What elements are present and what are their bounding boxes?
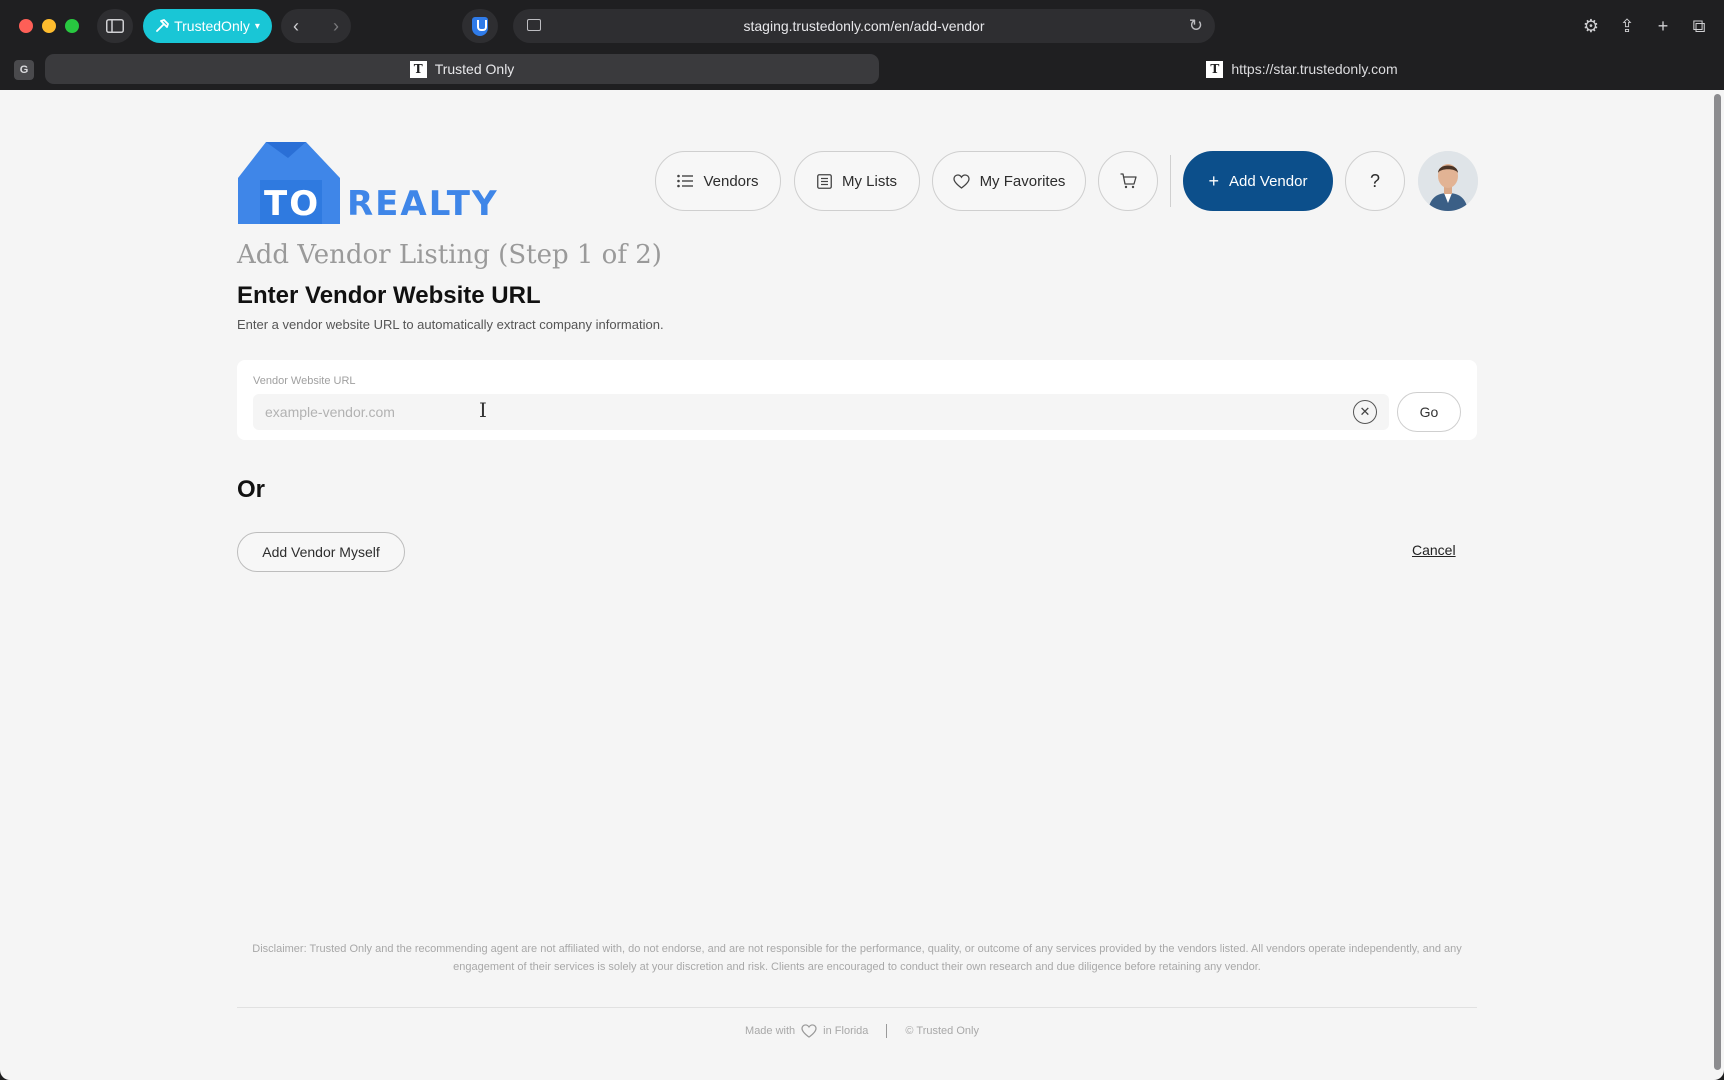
trusted-only-favicon-icon: T: [1206, 60, 1224, 78]
page-settings-icon[interactable]: [527, 19, 541, 31]
new-tab-plus-icon[interactable]: +: [1652, 16, 1674, 37]
footer: Made with in Florida © Trusted Only: [0, 1024, 1724, 1038]
user-avatar[interactable]: [1418, 151, 1478, 211]
cancel-link[interactable]: Cancel: [1412, 542, 1456, 558]
user-photo-icon: [1418, 151, 1478, 211]
made-with-text: Made with: [745, 1025, 796, 1037]
shopping-cart-icon: [1120, 173, 1137, 189]
heart-icon: [801, 1024, 817, 1038]
heart-icon: [952, 173, 970, 189]
help-button[interactable]: ?: [1345, 151, 1405, 211]
nav-my-favorites-button[interactable]: My Favorites: [932, 151, 1086, 211]
tab-group-badge[interactable]: G: [14, 60, 34, 80]
logo-to-text: TO: [264, 184, 321, 224]
add-vendor-myself-button[interactable]: Add Vendor Myself: [237, 532, 405, 572]
history-nav: ‹ ›: [281, 9, 351, 43]
footer-divider: [237, 1007, 1477, 1008]
document-list-icon: [817, 173, 832, 189]
forward-arrow-icon[interactable]: ›: [333, 17, 339, 35]
hammer-icon: [156, 19, 170, 32]
section-description: Enter a vendor website URL to automatica…: [237, 317, 664, 332]
share-icon[interactable]: ⇪: [1616, 16, 1638, 37]
settings-gear-icon[interactable]: ⚙: [1580, 16, 1602, 37]
nav-vendors-label: Vendors: [703, 172, 759, 190]
page-scrollbar[interactable]: [1714, 94, 1721, 1070]
vendor-url-input[interactable]: [253, 394, 1389, 430]
back-arrow-icon[interactable]: ‹: [293, 17, 299, 35]
sidebar-toggle-button[interactable]: [97, 9, 133, 43]
close-window-button[interactable]: [19, 19, 33, 33]
step-title: Add Vendor Listing (Step 1 of 2): [237, 240, 662, 270]
tab-star-trusted-only[interactable]: T https://star.trustedonly.com: [880, 54, 1724, 84]
reload-icon[interactable]: ↻: [1189, 16, 1203, 36]
vendor-url-card: Vendor Website URL ✕ Go: [237, 360, 1477, 440]
tab-trusted-only[interactable]: T Trusted Only: [45, 54, 879, 84]
question-mark-icon: ?: [1369, 170, 1380, 191]
tab-label: https://star.trustedonly.com: [1231, 61, 1398, 77]
disclaimer-text: Disclaimer: Trusted Only and the recomme…: [252, 943, 1462, 973]
clear-input-button[interactable]: ✕: [1353, 400, 1377, 424]
list-icon: [677, 174, 694, 188]
tab-label: Trusted Only: [434, 61, 515, 77]
nav-divider: [1170, 155, 1171, 207]
nav-my-favorites-label: My Favorites: [979, 172, 1066, 190]
shield-icon: [472, 16, 488, 36]
browser-toolbar: ⚙ ⇪ + ⧉: [1580, 9, 1710, 43]
go-button[interactable]: Go: [1397, 392, 1461, 432]
text-cursor-icon: I: [479, 398, 487, 422]
minimize-window-button[interactable]: [42, 19, 56, 33]
chevron-down-icon: ▾: [254, 20, 260, 32]
add-vendor-label: Add Vendor: [1229, 172, 1308, 190]
vendor-url-label: Vendor Website URL: [253, 375, 356, 387]
copyright-text: © Trusted Only: [905, 1025, 979, 1037]
tab-bar: G T Trusted Only T https://star.trustedo…: [0, 52, 1724, 90]
logo-realty-text: REALTY: [347, 184, 499, 224]
address-bar[interactable]: staging.trustedonly.com/en/add-vendor ↻: [513, 9, 1215, 43]
password-manager-button[interactable]: [462, 9, 498, 43]
add-vendor-button[interactable]: + Add Vendor: [1183, 151, 1333, 211]
section-title: Enter Vendor Website URL: [237, 282, 541, 309]
or-separator: Or: [237, 476, 266, 503]
footer-separator: [886, 1024, 888, 1038]
cart-button[interactable]: [1098, 151, 1158, 211]
tab-overview-icon[interactable]: ⧉: [1688, 16, 1710, 37]
close-x-icon: ✕: [1359, 404, 1371, 419]
trusted-only-favicon-icon: T: [409, 60, 427, 78]
address-url: staging.trustedonly.com/en/add-vendor: [743, 18, 985, 34]
plus-icon: +: [1208, 170, 1220, 191]
nav-vendors-button[interactable]: Vendors: [655, 151, 781, 211]
browser-chrome: TrustedOnly ▾ ‹ › staging.trustedonly.co…: [0, 0, 1724, 90]
nav-my-lists-button[interactable]: My Lists: [794, 151, 920, 211]
zoom-window-button[interactable]: [65, 19, 79, 33]
sidebar-icon: [106, 19, 124, 33]
profile-label: TrustedOnly: [174, 18, 250, 34]
nav-my-lists-label: My Lists: [841, 172, 897, 190]
profile-switcher[interactable]: TrustedOnly ▾: [143, 9, 272, 43]
browser-titlebar: TrustedOnly ▾ ‹ › staging.trustedonly.co…: [0, 0, 1724, 52]
in-florida-text: in Florida: [823, 1025, 869, 1037]
page-viewport: TO REALTY Vendors My Lists My Favorites …: [0, 90, 1724, 1080]
